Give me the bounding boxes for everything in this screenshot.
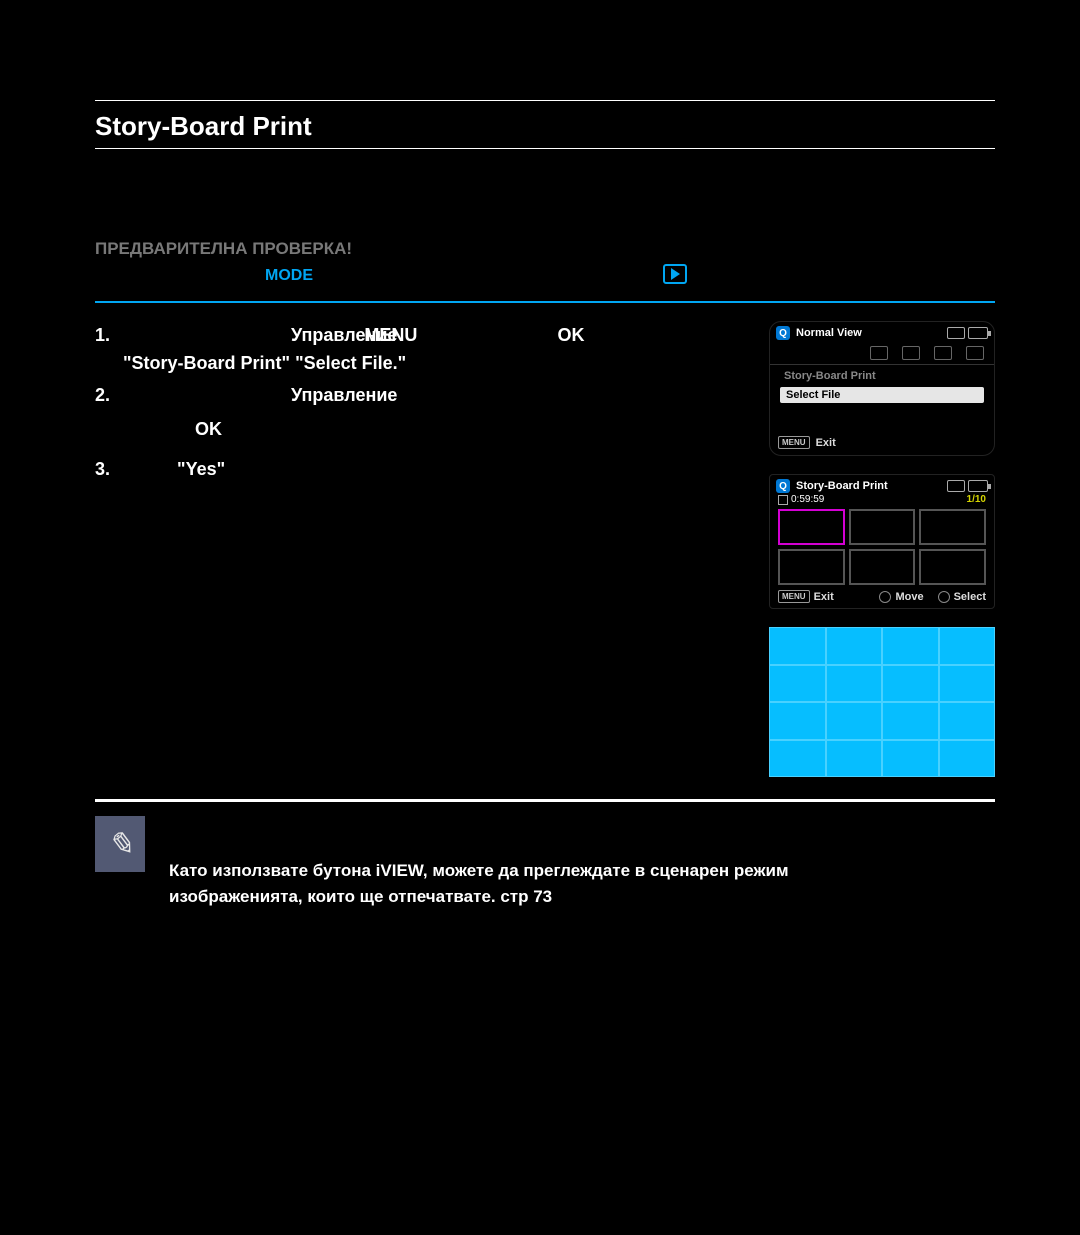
steps-column: 1. Управление MENU OK "Story-Board Print… xyxy=(95,321,743,487)
thumb-cell xyxy=(778,549,845,585)
thumb-cell xyxy=(919,509,986,545)
toolbar-icon-4 xyxy=(966,346,984,360)
note-icon: ✎ xyxy=(95,816,145,872)
note-text: Като използвате бутона iVIEW, можете да … xyxy=(169,816,849,910)
time-value: 0:59:59 xyxy=(791,494,824,505)
screenshot-blue-grid xyxy=(769,627,995,777)
step-1-ok: OK xyxy=(557,325,584,345)
nav-icon xyxy=(879,591,891,603)
card-icon xyxy=(947,480,965,492)
toolbar-icon-1 xyxy=(870,346,888,360)
toolbar-icon-3 xyxy=(934,346,952,360)
screen2-title: Story-Board Print xyxy=(796,480,888,492)
screen1-selected: Select File xyxy=(780,387,984,403)
step-2: 2. Управление OK xyxy=(95,381,743,443)
battery-icon xyxy=(968,480,988,492)
time-box-icon xyxy=(778,495,788,505)
mode-row: MODE xyxy=(95,267,995,295)
toolbar-icon-2 xyxy=(902,346,920,360)
rule-blue xyxy=(95,301,995,303)
thumb-cell xyxy=(849,509,916,545)
card-icon xyxy=(947,327,965,339)
menu-badge-icon: Q xyxy=(776,479,790,493)
screen2-thumbnail-grid xyxy=(770,509,994,587)
screen2-page: 1/10 xyxy=(967,494,986,505)
step-3: 3. "Yes" xyxy=(95,455,743,483)
step-1: 1. Управление MENU OK "Story-Board Print… xyxy=(95,321,743,377)
menu-pill: MENU xyxy=(778,590,810,603)
step-2-control: Управление xyxy=(291,385,397,405)
thumb-cell xyxy=(849,549,916,585)
thumb-cell-selected xyxy=(778,509,845,545)
select-label: Select xyxy=(954,591,986,603)
playback-mode-icon xyxy=(663,264,687,284)
step-3-yes: "Yes" xyxy=(177,459,225,479)
step-1-menu: MENU xyxy=(364,325,417,345)
exit-label: Exit xyxy=(814,591,834,603)
battery-icon xyxy=(968,327,988,339)
rule-top xyxy=(95,100,995,101)
screen1-item: Story-Board Print xyxy=(780,369,984,383)
screen2-time: 0:59:59 xyxy=(778,494,824,505)
step-1-num: 1. xyxy=(95,321,121,349)
move-label: Move xyxy=(895,591,923,603)
step-2-ok: OK xyxy=(95,415,743,443)
menu-pill: MENU xyxy=(778,436,810,449)
ok-icon xyxy=(938,591,950,603)
rule-bottom xyxy=(95,799,995,802)
precheck-label: ПРЕДВАРИТЕЛНА ПРОВЕРКА! xyxy=(95,239,995,259)
exit-label: Exit xyxy=(816,437,836,449)
step-1-path: "Story-Board Print" "Select File." xyxy=(95,349,743,377)
screenshot-storyboard-print: Q Story-Board Print 0:59:59 1/10 xyxy=(769,474,995,609)
mode-label: MODE xyxy=(265,267,313,285)
step-3-num: 3. xyxy=(95,455,121,483)
screenshot-normal-view: Q Normal View Story-Board Print Select F… xyxy=(769,321,995,456)
menu-badge-icon: Q xyxy=(776,326,790,340)
screen1-title: Normal View xyxy=(796,327,862,339)
section-title: Story-Board Print xyxy=(95,111,995,142)
step-2-num: 2. xyxy=(95,381,121,409)
thumb-cell xyxy=(919,549,986,585)
